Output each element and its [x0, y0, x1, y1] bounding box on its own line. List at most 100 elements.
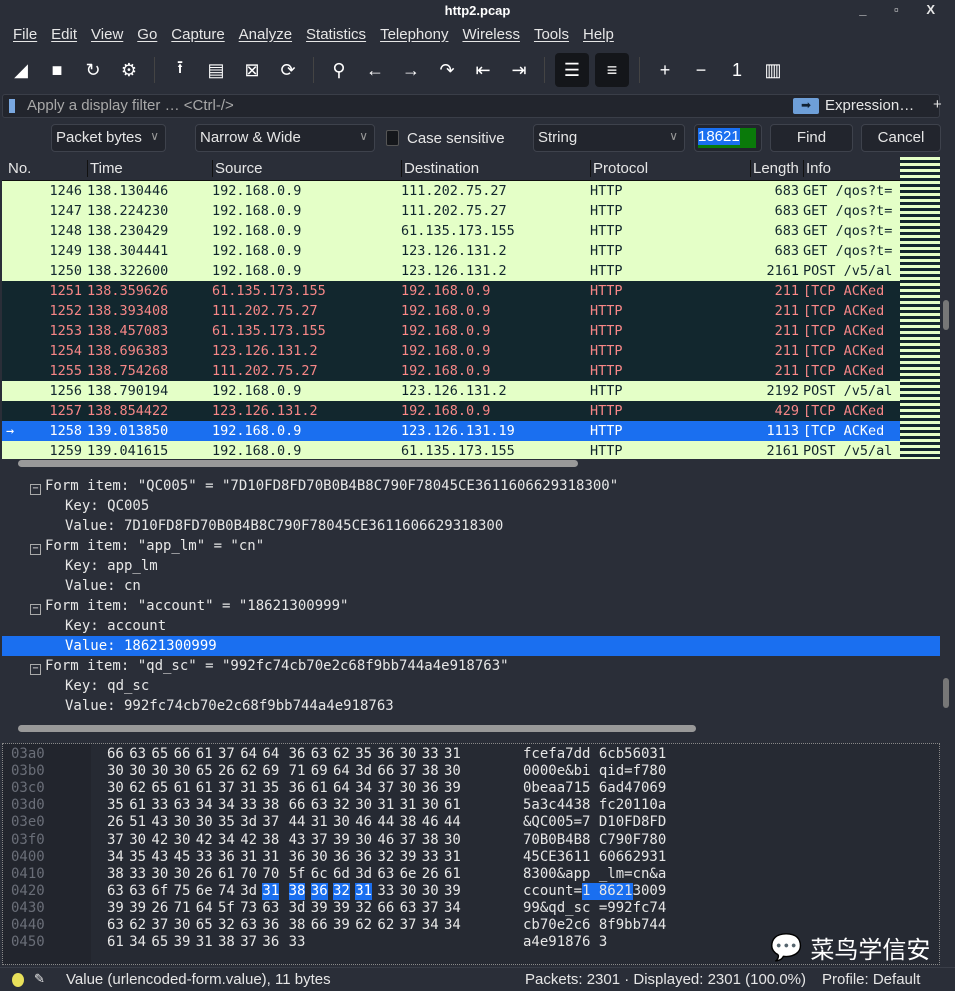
hex-byte[interactable]: 37	[151, 917, 168, 934]
hex-byte[interactable]: 5f	[289, 866, 306, 883]
hex-byte[interactable]: 30	[174, 763, 191, 780]
hex-byte[interactable]: 38	[107, 866, 124, 883]
hex-byte[interactable]: 37	[262, 814, 279, 831]
stop-icon[interactable]: ■	[42, 55, 72, 85]
hex-ascii-text[interactable]: 45CE3611 60662931	[523, 849, 666, 866]
details-vscrollbar[interactable]	[943, 678, 949, 708]
add-filter-button[interactable]: +	[933, 96, 942, 113]
hex-byte[interactable]: 61	[174, 780, 191, 797]
search-in-select[interactable]: Packet bytes ∨	[51, 124, 166, 152]
hex-byte[interactable]: 46	[422, 814, 439, 831]
hex-byte[interactable]: 34	[444, 900, 461, 917]
go-to-packet-icon[interactable]: ↷	[432, 55, 462, 85]
hex-byte[interactable]: 66	[174, 746, 191, 763]
hex-byte[interactable]: 30	[333, 814, 350, 831]
hex-byte[interactable]: 42	[196, 832, 213, 849]
search-type-select[interactable]: String ∨	[533, 124, 685, 152]
hex-byte[interactable]: 31	[196, 934, 213, 951]
packet-list-hscrollbar[interactable]	[18, 460, 578, 467]
hex-byte[interactable]: 31	[262, 882, 280, 900]
hex-byte[interactable]: 44	[377, 814, 394, 831]
collapse-toggle-icon[interactable]: −	[30, 544, 41, 555]
hex-byte[interactable]: 69	[262, 763, 279, 780]
collapse-toggle-icon[interactable]: −	[30, 664, 41, 675]
hex-byte[interactable]: 30	[400, 780, 417, 797]
hex-byte[interactable]: 66	[377, 900, 394, 917]
hex-byte[interactable]: 30	[196, 814, 213, 831]
hex-byte[interactable]: 64	[333, 780, 350, 797]
hex-byte[interactable]: 37	[422, 900, 439, 917]
colorize-icon[interactable]: ≡	[595, 53, 629, 87]
go-forward-icon[interactable]: →	[396, 55, 426, 85]
hex-ascii-text[interactable]: 0000e&bi qid=f780	[523, 763, 666, 780]
hex-byte[interactable]: 61	[444, 866, 461, 883]
hex-byte[interactable]: 6e	[196, 883, 213, 900]
hex-byte[interactable]: 75	[174, 883, 191, 900]
hex-byte[interactable]: 38	[289, 917, 306, 934]
collapse-toggle-icon[interactable]: −	[30, 604, 41, 615]
hex-byte[interactable]: 36	[422, 780, 439, 797]
hex-byte[interactable]: 37	[311, 832, 328, 849]
menu-go[interactable]: Go	[130, 26, 164, 48]
hex-byte[interactable]: 39	[129, 900, 146, 917]
hex-ascii-text[interactable]: &QC005=7 D10FD8FD	[523, 814, 666, 831]
apply-filter-arrow-icon[interactable]: ➡	[793, 98, 819, 114]
hex-byte[interactable]: 6d	[333, 866, 350, 883]
hex-byte[interactable]: 70	[262, 866, 279, 883]
hex-byte[interactable]: 61	[196, 780, 213, 797]
hex-byte[interactable]: 31	[400, 797, 417, 814]
hex-byte[interactable]: 74	[218, 883, 235, 900]
hex-byte[interactable]: 63	[262, 900, 279, 917]
case-sensitive-checkbox[interactable]	[386, 130, 399, 146]
hex-byte[interactable]: 62	[129, 917, 146, 934]
hex-byte[interactable]: 30	[174, 917, 191, 934]
hex-byte[interactable]: 34	[129, 934, 146, 951]
column-header-source[interactable]: Source	[212, 160, 263, 177]
hex-byte[interactable]: 43	[151, 849, 168, 866]
packet-row[interactable]: 1250 138.322600 192.168.0.9 123.126.131.2 HT…	[2, 261, 900, 281]
menu-view[interactable]: View	[84, 26, 130, 48]
hex-byte[interactable]: 63	[107, 917, 124, 934]
hex-ascii-text[interactable]: a4e91876 3	[523, 934, 607, 951]
hex-byte[interactable]: 31	[444, 849, 461, 866]
hex-byte[interactable]: 63	[240, 917, 257, 934]
column-header-destination[interactable]: Destination	[401, 160, 479, 177]
hex-byte[interactable]: 39	[444, 780, 461, 797]
find-button[interactable]: Find	[770, 124, 853, 152]
column-header-no[interactable]: No.	[6, 160, 31, 177]
hex-byte[interactable]: 63	[174, 797, 191, 814]
hex-byte[interactable]: 33	[289, 934, 306, 951]
hex-byte[interactable]: 37	[218, 780, 235, 797]
tree-item-field[interactable]: Key: qd_sc	[2, 676, 940, 696]
hex-byte[interactable]: 43	[289, 832, 306, 849]
hex-byte[interactable]: 63	[129, 883, 146, 900]
hex-byte[interactable]: 26	[107, 814, 124, 831]
hex-byte[interactable]: 35	[129, 849, 146, 866]
hex-byte[interactable]: 64	[333, 763, 350, 780]
hex-ascii-text[interactable]: 0beaa715 6ad47069	[523, 780, 666, 797]
menu-edit[interactable]: Edit	[44, 26, 84, 48]
bookmark-icon[interactable]	[9, 99, 15, 113]
hex-byte[interactable]: 39	[174, 934, 191, 951]
hex-byte[interactable]: 36	[333, 849, 350, 866]
hex-byte[interactable]: 30	[444, 832, 461, 849]
hex-byte[interactable]: 64	[240, 746, 257, 763]
hex-ascii-text[interactable]: ccount=1 86213009	[523, 883, 666, 900]
menu-statistics[interactable]: Statistics	[299, 26, 373, 48]
hex-byte[interactable]: 38	[218, 934, 235, 951]
hex-byte[interactable]: 34	[218, 832, 235, 849]
hex-byte[interactable]: 32	[355, 900, 372, 917]
hex-byte[interactable]: 34	[355, 780, 372, 797]
hex-byte[interactable]: 45	[174, 849, 191, 866]
first-packet-icon[interactable]: ⇤	[468, 55, 498, 85]
details-hscrollbar[interactable]	[18, 725, 696, 732]
tree-item-form[interactable]: − Form item: "qd_sc" = "992fc74cb70e2c68f…	[2, 656, 940, 676]
menu-help[interactable]: Help	[576, 26, 621, 48]
open-file-icon[interactable]: ⭱	[165, 55, 195, 85]
hex-byte[interactable]: 64	[262, 746, 279, 763]
hex-byte[interactable]: 3d	[289, 900, 306, 917]
hex-byte[interactable]: 36	[289, 780, 306, 797]
hex-byte[interactable]: 38	[422, 832, 439, 849]
shark-fin-start-icon[interactable]: ◢	[6, 55, 36, 85]
column-header-time[interactable]: Time	[87, 160, 123, 177]
